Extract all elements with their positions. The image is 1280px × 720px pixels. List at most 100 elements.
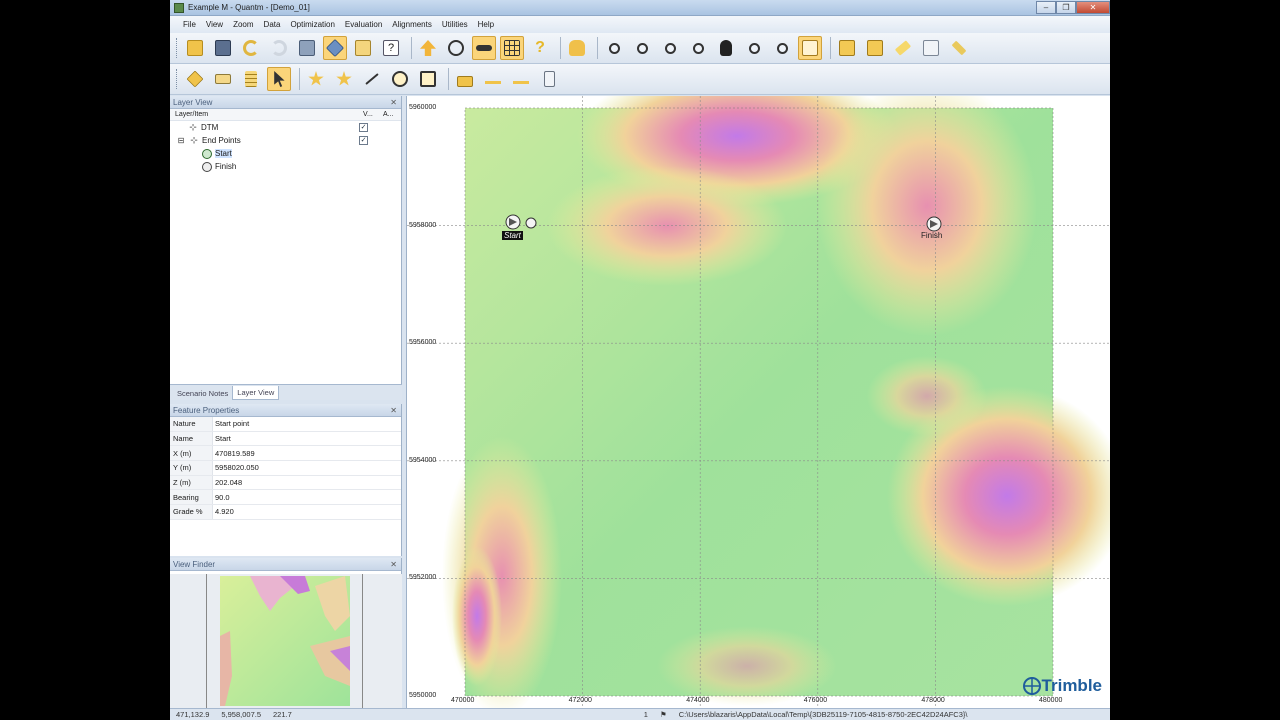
node-a-button[interactable]	[481, 67, 505, 91]
layer-row-dtm[interactable]: ⊹ DTM ✓	[170, 121, 401, 134]
property-value[interactable]: 5958020.050	[213, 463, 259, 472]
rect-button[interactable]	[416, 67, 440, 91]
close-icon[interactable]: ✕	[390, 406, 397, 415]
menu-alignments[interactable]: Alignments	[387, 20, 437, 29]
view-finder-area[interactable]	[170, 574, 402, 708]
zoom-window-button[interactable]	[686, 36, 710, 60]
property-row[interactable]: Nature Start point	[170, 417, 401, 432]
column-layer-item[interactable]: Layer/Item	[175, 111, 363, 118]
trimble-wordmark: Trimble	[1041, 676, 1102, 695]
document-button[interactable]	[351, 36, 375, 60]
pan-button[interactable]	[714, 36, 738, 60]
arrow-up-button[interactable]	[416, 36, 440, 60]
question-button[interactable]: ?	[528, 36, 552, 60]
y-axis-label: 5960000	[409, 104, 437, 111]
grid-button[interactable]	[500, 36, 524, 60]
menu-evaluation[interactable]: Evaluation	[340, 20, 387, 29]
help-dialog-button[interactable]: ?	[379, 36, 403, 60]
cube-button[interactable]	[183, 67, 207, 91]
undo-button[interactable]	[239, 36, 263, 60]
property-row[interactable]: Y (m) 5958020.050	[170, 461, 401, 476]
tab-layer-view[interactable]: Layer View	[232, 386, 280, 400]
edit-tool-button[interactable]	[947, 36, 971, 60]
terrain-map[interactable]	[407, 96, 1110, 708]
menu-file[interactable]: File	[178, 20, 201, 29]
property-value[interactable]: 470819.589	[213, 449, 255, 458]
start-marker[interactable]	[505, 214, 541, 232]
menu-optimization[interactable]: Optimization	[285, 20, 339, 29]
property-row[interactable]: X (m) 470819.589	[170, 446, 401, 462]
property-row[interactable]: Name Start	[170, 431, 401, 447]
key-button[interactable]	[472, 36, 496, 60]
move-points-button[interactable]	[332, 67, 356, 91]
zoom-icon	[608, 42, 620, 54]
terrain-ridge	[657, 626, 837, 706]
tab-scenario-notes[interactable]: Scenario Notes	[173, 387, 232, 400]
layer-row-start[interactable]: Start	[170, 147, 401, 160]
close-button[interactable]: ✕	[1076, 0, 1110, 14]
zoom-extents-icon	[748, 42, 760, 54]
main-toolbar: ? ?	[170, 33, 1110, 64]
redo-button[interactable]	[267, 36, 291, 60]
property-value[interactable]: 90.0	[213, 493, 230, 502]
table-button[interactable]	[239, 67, 263, 91]
close-icon[interactable]: ✕	[390, 560, 397, 569]
scenario-button[interactable]	[295, 36, 319, 60]
property-value[interactable]: 4.920	[213, 507, 234, 516]
pencil-button[interactable]	[891, 36, 915, 60]
property-row[interactable]: Grade % 4.920	[170, 505, 401, 520]
end-points-visible-checkbox[interactable]: ✓	[359, 136, 368, 145]
frame-button[interactable]	[798, 36, 822, 60]
column-visible[interactable]: V...	[363, 111, 383, 118]
truck-button[interactable]	[211, 67, 235, 91]
collapse-icon[interactable]: ⊟	[176, 136, 186, 146]
property-row[interactable]: Bearing 90.0	[170, 490, 401, 506]
menu-help[interactable]: Help	[473, 20, 499, 29]
dtm-visible-checkbox[interactable]: ✓	[359, 123, 368, 132]
select-arrow-button[interactable]	[267, 67, 291, 91]
close-icon[interactable]: ✕	[390, 98, 397, 107]
hand-pointer-button[interactable]	[565, 36, 589, 60]
layer-view-title: Layer View	[173, 97, 213, 107]
property-value[interactable]: Start	[213, 434, 231, 443]
menu-view[interactable]: View	[201, 20, 228, 29]
menu-zoom[interactable]: Zoom	[228, 20, 258, 29]
property-row[interactable]: Z (m) 202.048	[170, 475, 401, 491]
view-finder-thumbnail[interactable]	[220, 576, 350, 706]
node-b-button[interactable]	[509, 67, 533, 91]
zoom-extents-button[interactable]	[742, 36, 766, 60]
star-add-button[interactable]	[304, 67, 328, 91]
secondary-toolbar	[170, 64, 1110, 95]
x-axis-label: 476000	[803, 697, 828, 704]
property-value[interactable]: Start point	[213, 419, 249, 428]
map-canvas[interactable]: 5960000 5958000 5956000 5954000 5952000 59500…	[406, 96, 1110, 708]
open-button[interactable]	[183, 36, 207, 60]
layer-row-end-points[interactable]: ⊟ ⊹ End Points ✓	[170, 134, 401, 147]
cube-icon	[186, 70, 204, 88]
zoom-button[interactable]	[602, 36, 626, 60]
zoom-in-button[interactable]	[630, 36, 654, 60]
menu-data[interactable]: Data	[259, 20, 286, 29]
lock-button[interactable]	[453, 67, 477, 91]
layer-row-finish[interactable]: Finish	[170, 160, 401, 173]
screen-button[interactable]	[919, 36, 943, 60]
report-icon	[543, 71, 555, 87]
zoom-previous-button[interactable]	[770, 36, 794, 60]
eye-refresh-button[interactable]	[444, 36, 468, 60]
property-value[interactable]: 202.048	[213, 478, 242, 487]
import-button[interactable]	[835, 36, 859, 60]
minimize-button[interactable]: –	[1036, 0, 1056, 14]
restore-button[interactable]: ❐	[1056, 0, 1076, 14]
zoom-out-button[interactable]	[658, 36, 682, 60]
column-active[interactable]: A...	[383, 111, 394, 118]
report-button[interactable]	[537, 67, 561, 91]
export-button[interactable]	[863, 36, 887, 60]
line-button[interactable]	[360, 67, 384, 91]
save-button[interactable]	[211, 36, 235, 60]
layers-button[interactable]	[323, 36, 347, 60]
menu-utilities[interactable]: Utilities	[437, 20, 473, 29]
circle-button[interactable]	[388, 67, 412, 91]
layer-label: DTM	[201, 123, 219, 132]
status-temp-path: C:\Users\blazaris\AppData\Local\Temp\{3D…	[678, 710, 968, 719]
zoom-in-icon	[636, 42, 648, 54]
